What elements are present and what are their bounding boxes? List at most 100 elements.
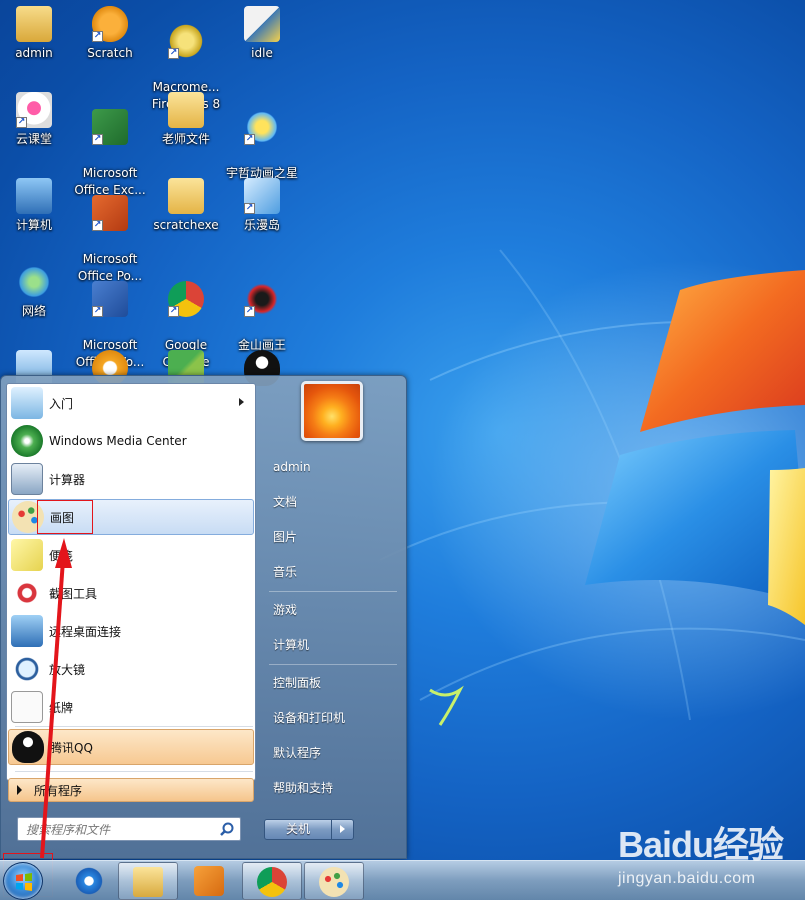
scissors-icon	[11, 577, 43, 609]
right-link-label: 文档	[273, 495, 298, 509]
desktop-icon-scratch[interactable]: ↗ Scratch	[70, 6, 150, 62]
search-input[interactable]: 搜索程序和文件	[17, 817, 241, 841]
search-placeholder: 搜索程序和文件	[26, 822, 111, 837]
taskbar-paint[interactable]	[304, 862, 364, 900]
menu-item-label: Windows Media Center	[49, 434, 187, 448]
file-explorer-icon	[133, 867, 163, 897]
word-icon: ↗	[92, 281, 128, 317]
network-globe-icon	[16, 264, 52, 300]
desktop-icon-label: scratchexe	[153, 218, 219, 232]
desktop-icon-label: 乐漫岛	[243, 218, 280, 232]
chrome-icon	[257, 867, 287, 897]
shutdown-options-button[interactable]	[332, 819, 354, 840]
taskbar	[0, 860, 805, 900]
right-link-label: 控制面板	[273, 676, 322, 690]
desktop-icon-network[interactable]: 网络	[0, 264, 74, 320]
right-link-default-programs[interactable]: 默认程序	[266, 736, 401, 769]
menu-item-label: 放大镜	[49, 662, 86, 677]
user-avatar[interactable]	[301, 381, 363, 441]
menu-item-label: 截图工具	[49, 586, 98, 601]
scratch-cat-icon: ↗	[92, 6, 128, 42]
computer-icon	[16, 178, 52, 214]
folder-icon	[168, 92, 204, 128]
start-button[interactable]	[3, 862, 43, 900]
menu-item-remote-desktop[interactable]: 远程桌面连接	[8, 613, 254, 649]
search-icon[interactable]	[219, 821, 235, 837]
getting-started-icon	[11, 387, 43, 419]
desktop-icon-scratchexe[interactable]: scratchexe	[146, 178, 226, 234]
submenu-arrow-icon	[239, 398, 244, 406]
desktop-icon-cloud-class[interactable]: ↗ 云课堂	[0, 92, 74, 148]
menu-item-label: 腾讯QQ	[50, 740, 93, 755]
desktop-icon-label: 老师文件	[161, 132, 210, 146]
right-link-help-support[interactable]: 帮助和支持	[266, 771, 401, 804]
right-link-computer[interactable]: 计算机	[266, 628, 401, 661]
desktop-icon-teacher-files[interactable]: 老师文件	[146, 92, 226, 148]
remote-desktop-icon	[11, 615, 43, 647]
desktop-icon-computer[interactable]: 计算机	[0, 178, 74, 234]
right-link-documents[interactable]: 文档	[266, 485, 401, 518]
right-link-label: 计算机	[273, 638, 310, 652]
menu-item-calculator[interactable]: 计算器	[8, 461, 254, 497]
chevron-right-icon	[340, 825, 345, 833]
chrome-icon: ↗	[168, 281, 204, 317]
menu-item-snipping-tool[interactable]: 截图工具	[8, 575, 254, 611]
desktop-icon-label: 网络	[21, 304, 46, 318]
menu-separator	[15, 771, 253, 772]
menu-item-magnifier[interactable]: 放大镜	[8, 651, 254, 687]
right-link-admin[interactable]: admin	[266, 450, 401, 483]
menu-item-label: 计算器	[49, 472, 86, 487]
right-link-label: 默认程序	[273, 746, 322, 760]
windows-media-center-icon	[11, 425, 43, 457]
python-file-icon	[244, 6, 280, 42]
desktop-icon-label: Scratch	[87, 46, 133, 60]
user-folder-icon	[16, 6, 52, 42]
folder-icon	[168, 178, 204, 214]
paint-palette-icon	[319, 867, 349, 897]
taskbar-media-player[interactable]	[180, 862, 236, 900]
right-link-music[interactable]: 音乐	[266, 555, 401, 588]
sticky-notes-icon	[11, 539, 43, 571]
taskbar-explorer[interactable]	[118, 862, 178, 900]
windows-logo-icon	[16, 873, 32, 891]
menu-item-sticky-notes[interactable]: 便笺	[8, 537, 254, 573]
right-link-pictures[interactable]: 图片	[266, 520, 401, 553]
desktop-icon-label: idle	[251, 46, 273, 60]
right-link-control-panel[interactable]: 控制面板	[266, 666, 401, 699]
right-link-label: 设备和打印机	[273, 711, 346, 725]
right-link-games[interactable]: 游戏	[266, 593, 401, 626]
menu-item-media-center[interactable]: Windows Media Center	[8, 423, 254, 459]
right-separator	[269, 664, 397, 665]
menu-item-label: 入门	[49, 396, 74, 411]
desktop-icon-lemandao[interactable]: ↗ 乐漫岛	[222, 178, 302, 234]
desktop-icon-label: 云课堂	[15, 132, 52, 146]
lemandao-icon: ↗	[244, 178, 280, 214]
qq-penguin-icon	[12, 731, 44, 763]
menu-item-label: 纸牌	[49, 700, 74, 715]
cloud-class-icon: ↗	[16, 92, 52, 128]
shutdown-button[interactable]: 关机	[264, 819, 332, 840]
all-programs-button[interactable]: 所有程序	[8, 778, 254, 802]
all-programs-label: 所有程序	[34, 783, 83, 798]
calculator-icon	[11, 463, 43, 495]
desktop-icon-admin[interactable]: admin	[0, 6, 74, 62]
taskbar-ie[interactable]	[60, 862, 116, 900]
program-list: 入门 Windows Media Center 计算器 画图 便笺 截图工具 远…	[6, 383, 256, 781]
animation-star-icon: ↗	[244, 109, 280, 145]
playing-card-icon	[11, 691, 43, 723]
right-link-label: 游戏	[273, 603, 298, 617]
menu-item-label: 便笺	[49, 548, 74, 563]
desktop-icon-idle[interactable]: idle	[222, 6, 302, 62]
right-link-label: 音乐	[273, 565, 298, 579]
right-link-label: 帮助和支持	[273, 781, 334, 795]
start-menu: 入门 Windows Media Center 计算器 画图 便笺 截图工具 远…	[0, 375, 407, 859]
excel-icon: ↗	[92, 109, 128, 145]
right-link-devices-printers[interactable]: 设备和打印机	[266, 701, 401, 734]
menu-item-solitaire[interactable]: 纸牌	[8, 689, 254, 725]
menu-item-tencent-qq[interactable]: 腾讯QQ	[8, 729, 254, 765]
desktop-icon-label: admin	[15, 46, 53, 60]
menu-item-getting-started[interactable]: 入门	[8, 385, 254, 421]
jinshan-huawang-icon: ↗	[244, 281, 280, 317]
menu-item-label: 远程桌面连接	[49, 624, 122, 639]
taskbar-chrome[interactable]	[242, 862, 302, 900]
